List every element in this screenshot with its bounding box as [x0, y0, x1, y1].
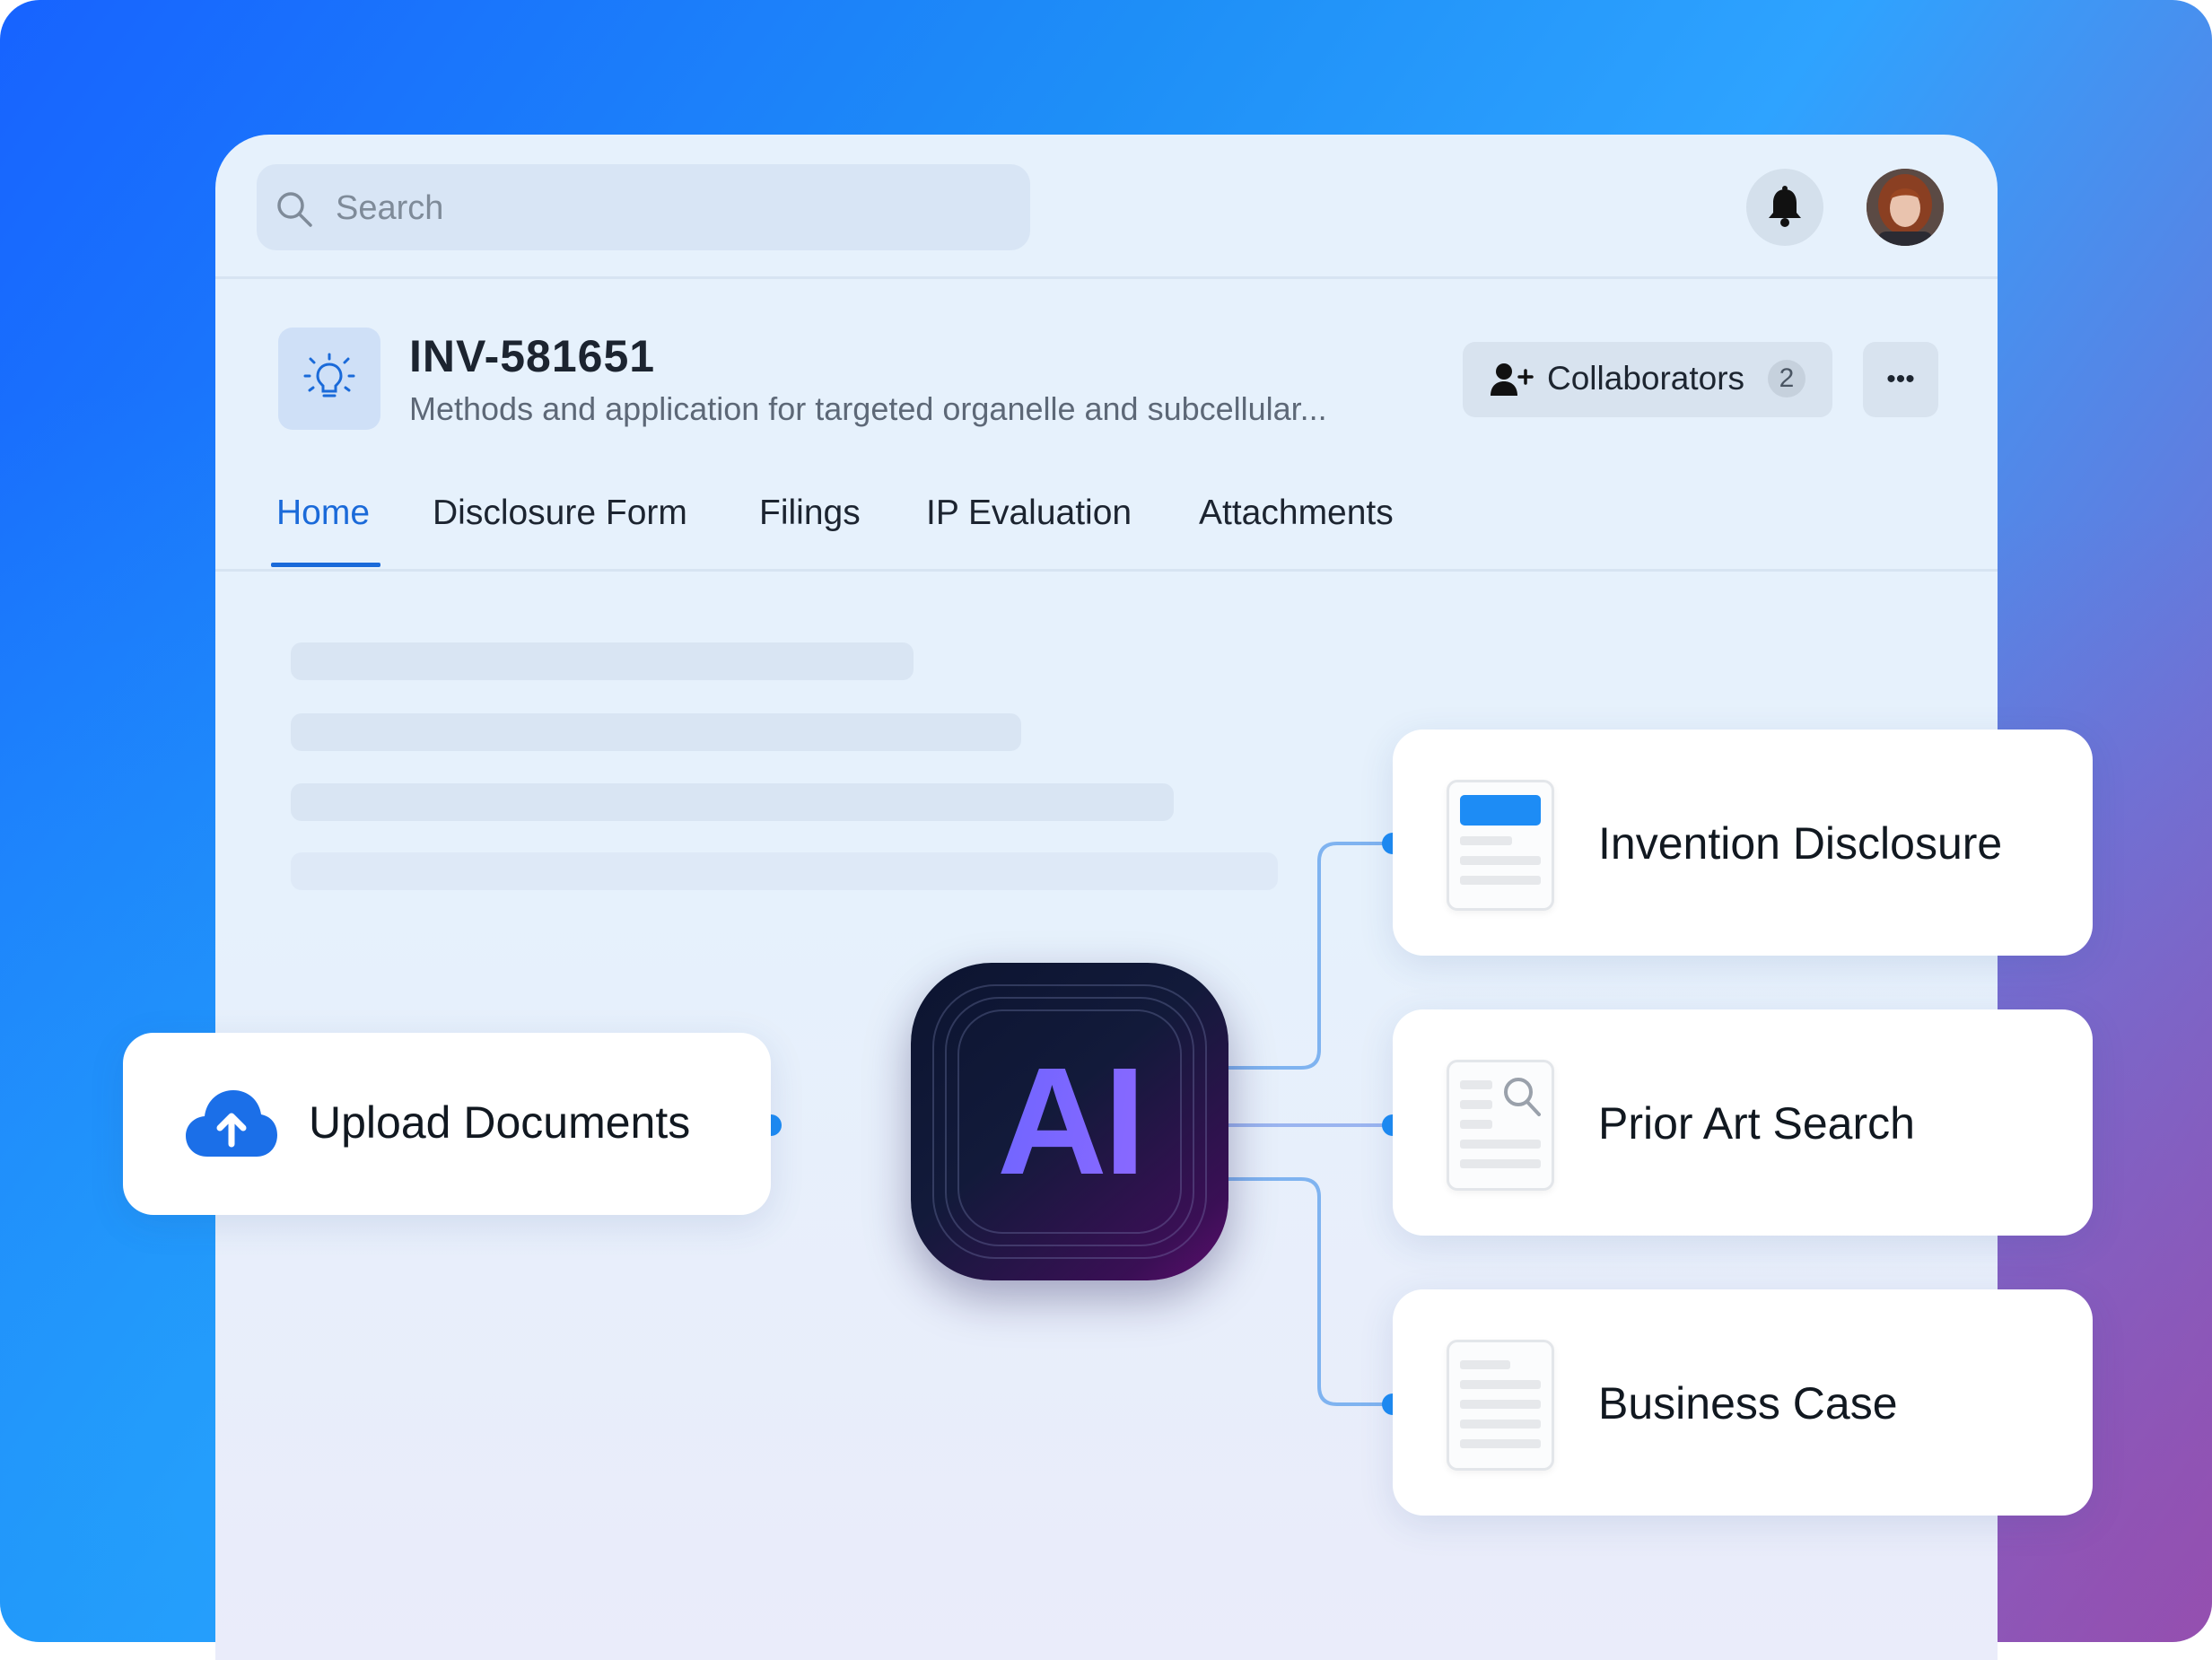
business-case-card[interactable]: Business Case: [1393, 1289, 2093, 1516]
search-bar[interactable]: [257, 164, 1030, 252]
avatar-photo-icon: [1867, 169, 1944, 246]
ai-engine-tile: AI: [911, 963, 1228, 1280]
search-icon: [277, 192, 312, 227]
skeleton-line: [291, 783, 1174, 821]
skeleton-line: [291, 852, 1278, 890]
tab-home[interactable]: Home: [276, 494, 370, 533]
prior-art-search-label: Prior Art Search: [1598, 1098, 1915, 1149]
add-user-icon: [1491, 363, 1534, 396]
active-tab-indicator: [271, 563, 380, 567]
tab-filings[interactable]: Filings: [759, 494, 861, 533]
more-options-button[interactable]: •••: [1863, 342, 1938, 417]
upload-documents-label: Upload Documents: [309, 1097, 691, 1148]
record-id: INV-581651: [409, 331, 656, 381]
ellipsis-icon: •••: [1886, 364, 1915, 394]
collaborators-label: Collaborators: [1547, 360, 1745, 397]
document-lines-icon: [1447, 1340, 1554, 1471]
record-description: Methods and application for targeted org…: [409, 390, 1327, 427]
search-input[interactable]: [334, 164, 1001, 252]
tab-attachments[interactable]: Attachments: [1199, 494, 1394, 533]
tab-bar: Home Disclosure Form Filings IP Evaluati…: [215, 476, 1998, 572]
collaborators-button[interactable]: Collaborators 2: [1463, 342, 1832, 417]
notifications-button[interactable]: [1746, 169, 1823, 246]
ai-label: AI: [911, 963, 1228, 1280]
collaborators-count-badge: 2: [1768, 360, 1805, 398]
cloud-upload-icon: [186, 1090, 277, 1157]
record-header: INV-581651 Methods and application for t…: [215, 278, 1998, 430]
top-bar: [215, 135, 1998, 279]
invention-disclosure-card[interactable]: Invention Disclosure: [1393, 730, 2093, 956]
idea-badge: [278, 328, 380, 430]
bell-icon: [1769, 186, 1801, 227]
invention-disclosure-label: Invention Disclosure: [1598, 818, 2003, 869]
tab-ip-evaluation[interactable]: IP Evaluation: [926, 494, 1132, 533]
skeleton-line: [291, 713, 1021, 751]
upload-documents-card[interactable]: Upload Documents: [123, 1033, 771, 1215]
tab-disclosure-form[interactable]: Disclosure Form: [433, 494, 687, 533]
document-header-icon: [1447, 780, 1554, 911]
document-search-icon: [1447, 1060, 1554, 1191]
user-avatar[interactable]: [1867, 169, 1944, 246]
lightbulb-icon: [303, 353, 355, 398]
business-case-label: Business Case: [1598, 1378, 1898, 1428]
skeleton-line: [291, 642, 914, 680]
prior-art-search-card[interactable]: Prior Art Search: [1393, 1009, 2093, 1236]
